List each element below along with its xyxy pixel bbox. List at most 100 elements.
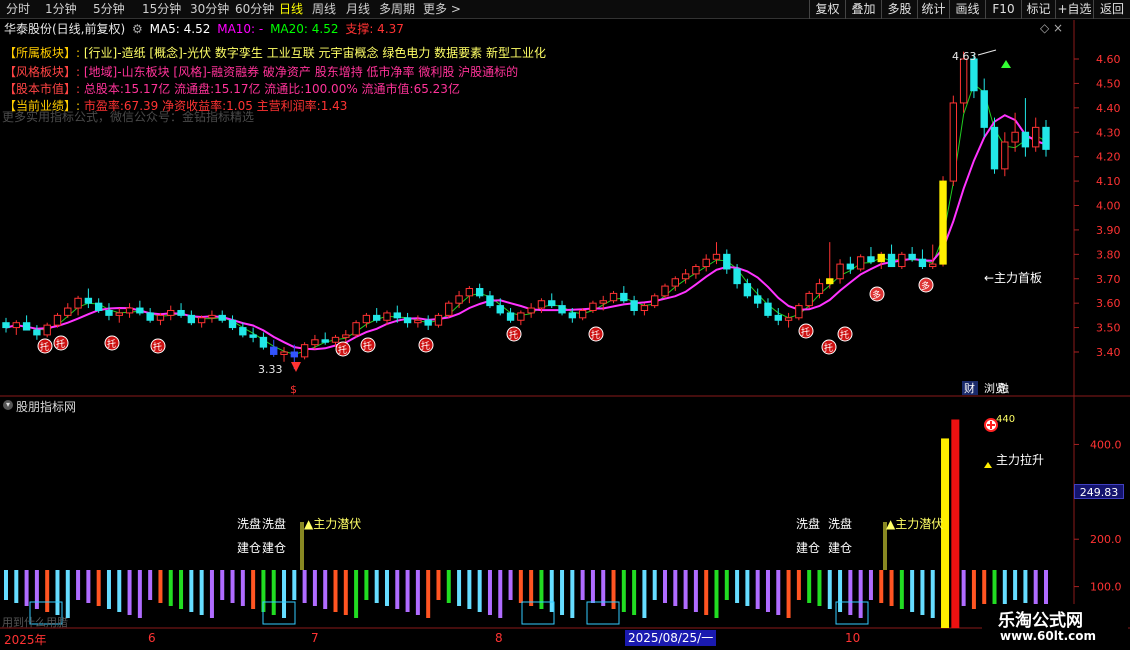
collapse-icon[interactable]: ▾ <box>3 400 13 410</box>
margin-tag[interactable]: 融 <box>998 382 1009 395</box>
candle-body <box>53 314 62 326</box>
candle-body <box>249 334 257 338</box>
indicator-bar <box>858 570 863 618</box>
indicator-bar <box>457 570 462 606</box>
support-tuo-text: 托 <box>107 338 116 350</box>
indicator-bar <box>838 570 843 612</box>
sub-tick-label: 100.0 <box>1090 581 1122 594</box>
triangle-up-icon <box>984 462 992 468</box>
candle-body <box>239 327 247 336</box>
candle-body <box>877 253 885 263</box>
candle-body <box>300 344 309 358</box>
candle-body <box>929 263 937 268</box>
candle-body <box>455 295 463 304</box>
price-tick-label: 3.40 <box>1096 346 1121 359</box>
candle-body <box>795 305 803 319</box>
indicator-bar <box>971 570 976 609</box>
price-tick-label: 4.00 <box>1096 200 1121 213</box>
indicator-bar <box>158 570 163 603</box>
indicator-bar <box>179 570 184 609</box>
indicator-bar <box>879 570 884 603</box>
zone-bracket <box>262 601 296 625</box>
indicator-bar <box>745 570 750 606</box>
indicator-bar <box>282 570 287 618</box>
candle-body <box>465 288 474 297</box>
candle-body <box>12 322 20 329</box>
indicator-bar <box>714 570 719 618</box>
indicator-bar <box>817 570 822 606</box>
candle-body <box>475 288 484 297</box>
indicator-bar <box>467 570 472 609</box>
candle-body <box>146 312 154 321</box>
candle-body <box>228 319 237 329</box>
support-tuo-text: 托 <box>824 342 833 354</box>
zone-bracket <box>521 601 555 625</box>
indicator-bar <box>920 570 925 615</box>
candle-body <box>208 314 216 319</box>
candle-body <box>352 322 360 336</box>
buy-arrow-icon <box>291 362 301 372</box>
support-tuo-text: 托 <box>801 326 810 338</box>
candle-body <box>578 309 587 319</box>
site-logo: 乐淘公式网 www.60lt.com <box>982 604 1128 648</box>
indicator-bar <box>508 570 513 600</box>
indicator-bar <box>663 570 668 603</box>
indicator-bar <box>34 570 39 609</box>
indicator-bar <box>302 570 307 603</box>
indicator-bar <box>518 570 523 603</box>
price-tick-label: 4.50 <box>1096 77 1121 90</box>
candle-body <box>125 307 134 314</box>
candle-body <box>990 126 999 170</box>
candle-body <box>280 351 288 355</box>
indicator-bar <box>786 570 791 618</box>
candle-body <box>321 339 329 343</box>
candle-body <box>218 314 226 321</box>
indicator-bar <box>580 570 585 600</box>
candle-body <box>393 312 401 319</box>
candle-body <box>568 312 577 319</box>
candle-body <box>548 300 556 307</box>
indicator-bar <box>590 570 595 603</box>
finance-tag[interactable]: 财 <box>964 381 975 395</box>
indicator-bar <box>251 570 256 609</box>
candle-body <box>414 319 422 324</box>
indicator-bar <box>560 570 565 615</box>
indicator-bar <box>776 570 781 615</box>
date-year: 2025年 <box>4 633 47 647</box>
candle-body <box>661 285 669 297</box>
candle-body <box>702 258 710 268</box>
candle-body <box>764 302 772 316</box>
indicator-bar <box>446 570 451 603</box>
indicator-bar <box>827 570 832 609</box>
candle-body <box>373 314 381 321</box>
candle-body <box>342 334 350 338</box>
candle-body <box>74 297 82 309</box>
indicator-bar <box>683 570 688 609</box>
indicator-bar <box>693 570 698 612</box>
candle-body <box>197 317 206 324</box>
washout-label: 洗盘 <box>237 516 261 531</box>
indicator-bar <box>1013 570 1018 600</box>
indicator-bar <box>632 570 637 615</box>
candle-body <box>651 295 659 307</box>
candle-body <box>311 339 319 346</box>
indicator-bar <box>652 570 657 600</box>
candle-body <box>434 314 443 326</box>
indicator-bar <box>168 570 173 606</box>
candle-body <box>506 312 515 321</box>
candle-body <box>898 253 906 268</box>
candle-body <box>496 305 504 314</box>
indicator-bar <box>1033 570 1038 606</box>
indicator-bar <box>189 570 194 612</box>
indicator-bar <box>24 570 29 606</box>
price-chart[interactable]: 4.60 4.50 4.40 4.30 4.20 4.10 4.00 3.90 3.80 3.70… <box>0 0 1130 650</box>
candle-body <box>43 324 51 336</box>
sub-tick-label: 400.0 <box>1090 438 1122 451</box>
indicator-bar <box>868 570 873 600</box>
indicator-bar <box>240 570 245 606</box>
price-tick-label: 4.10 <box>1096 175 1121 188</box>
indicator-bar <box>426 570 431 618</box>
indicator-bar <box>601 570 606 606</box>
candle-body <box>64 307 72 316</box>
indicator-bar <box>611 570 616 609</box>
